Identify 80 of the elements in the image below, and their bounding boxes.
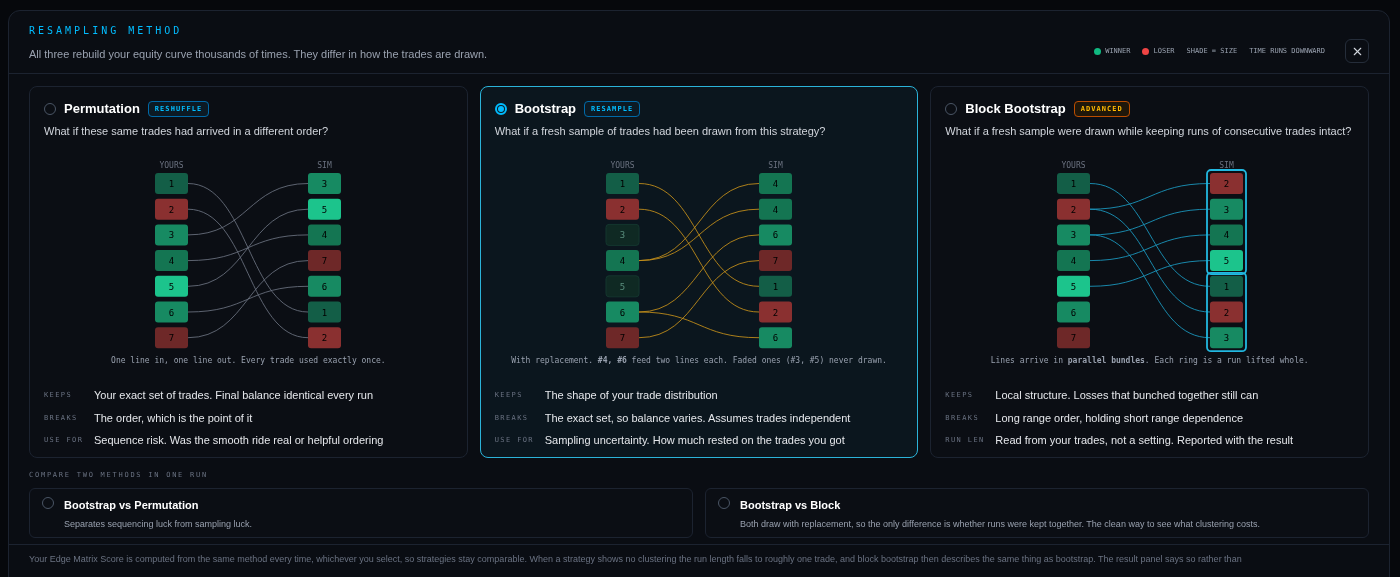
dialog-subtitle: All three rebuild your equity curve thousands of times. They differ in how the trades are drawn. xyxy=(29,47,488,62)
diagram-caption: With replacement. #4, #6 feed two lines each. Faded ones (#3, #5) never drawn. xyxy=(510,355,888,367)
trade-tile: 6 xyxy=(1056,301,1090,323)
trade-tile: 2 xyxy=(759,301,792,323)
trade-tile: 3 xyxy=(155,224,189,246)
trade-tile: 3 xyxy=(308,173,342,194)
trade-tile: 7 xyxy=(606,327,639,349)
trade-tile: 7 xyxy=(759,250,792,272)
trade-tile: 5 xyxy=(1056,275,1090,297)
trade-tile: 1 xyxy=(1056,173,1090,194)
trade-tile: 1 xyxy=(155,173,189,194)
trade-tile: 4 xyxy=(759,173,792,194)
trade-tile: 2 xyxy=(1056,198,1090,220)
fact-text: Read from your trades, not a setting. Reported with the result xyxy=(995,433,1294,448)
trade-tile: 4 xyxy=(155,250,189,272)
fact-text: The exact set, so balance varies. Assumes trades independent xyxy=(544,410,851,426)
trade-tile: 3 xyxy=(605,223,640,246)
trade-tile: 3 xyxy=(1209,198,1243,220)
footer-note: Your Edge Matrix Score is computed from the same method every time, whichever you select, so strategies stay comparable. When a strategy shows no clustering the run length falls to roughly one trade, and block bootstrap then describes the same thing as bootstrap. The result panel says so rather than xyxy=(29,553,1243,566)
method-title: Permutation xyxy=(64,100,140,118)
trade-tile: 1 xyxy=(759,275,792,297)
column-label: SIM xyxy=(317,161,333,170)
trade-tile: 6 xyxy=(308,275,342,297)
trade-tile: 2 xyxy=(1209,173,1243,194)
trade-tile: 5 xyxy=(1209,250,1243,272)
trade-tile: 6 xyxy=(155,301,189,323)
option-description: Separates sequencing luck from sampling luck. xyxy=(64,517,253,531)
column-label: YOURS xyxy=(610,161,635,170)
trade-tile: 5 xyxy=(605,275,640,298)
dialog-title: RESAMPLING METHOD xyxy=(29,24,184,38)
fact-text: The shape of your trade distribution xyxy=(544,388,718,403)
fact-text: Sampling uncertainty. How much rested on the trades you got xyxy=(544,433,845,448)
column-label: SIM xyxy=(768,161,783,170)
compare-option[interactable]: Bootstrap vs Permutation Separates sequencing luck from sampling luck. xyxy=(29,488,693,538)
diagram-caption: Lines arrive in parallel bundles. Each ring is a run lifted whole. xyxy=(989,355,1310,367)
compare-option[interactable]: Bootstrap vs Block Both draw with replacement, so the only difference is whether runs were kept together. The clean way to see what clustering costs. xyxy=(705,488,1369,538)
diagram-caption: One line in, one line out. Every trade used exactly once. xyxy=(110,355,387,367)
method-card[interactable] xyxy=(479,86,919,458)
column-label: YOURS xyxy=(1061,161,1086,170)
fact-text: Long range order, holding short range dependence xyxy=(995,410,1244,426)
method-card[interactable] xyxy=(29,86,468,458)
trade-tile: 2 xyxy=(155,198,189,220)
method-title: Block Bootstrap xyxy=(965,100,1066,118)
trade-tile: 4 xyxy=(1209,224,1243,246)
trade-tile: 4 xyxy=(308,224,342,246)
close-button[interactable] xyxy=(1345,39,1369,63)
fact-text: Sequence risk. Was the smooth ride real or helpful ordering xyxy=(94,433,384,448)
fact-text: Local structure. Losses that bunched together still can xyxy=(995,388,1259,403)
trade-tile: 4 xyxy=(606,250,639,272)
trade-tile: 6 xyxy=(606,301,639,323)
trade-tile: 4 xyxy=(1056,250,1090,272)
trade-tile: 7 xyxy=(1056,327,1090,349)
option-title: Bootstrap vs Block xyxy=(740,498,842,513)
trade-tile: 2 xyxy=(606,198,639,220)
trade-tile: 1 xyxy=(606,173,639,194)
trade-tile: 1 xyxy=(1209,275,1243,297)
trade-tile: 2 xyxy=(308,327,342,349)
trade-tile: 3 xyxy=(1209,327,1243,349)
method-question: What if these same trades had arrived in a different order? xyxy=(44,123,330,139)
trade-tile: 5 xyxy=(308,198,342,220)
option-description: Both draw with replacement, so the only difference is whether runs were kept together. The clean way to see what clustering costs. xyxy=(740,517,1260,531)
method-question: What if a fresh sample were drawn while keeping runs of consecutive trades intact? xyxy=(945,123,1353,139)
option-title: Bootstrap vs Permutation xyxy=(64,498,200,513)
trade-tile: 7 xyxy=(155,327,189,349)
trade-tile: 1 xyxy=(308,301,342,323)
trade-tile: 6 xyxy=(759,327,792,349)
radio-button[interactable] xyxy=(494,102,507,115)
method-question: What if a fresh sample of trades had been drawn from this strategy? xyxy=(494,123,827,139)
trade-tile: 4 xyxy=(759,198,792,220)
column-label: YOURS xyxy=(159,161,184,170)
fact-text: Your exact set of trades. Final balance identical every run xyxy=(94,388,374,403)
trade-tile: 6 xyxy=(759,224,792,246)
method-title: Bootstrap xyxy=(514,100,577,118)
trade-tile: 3 xyxy=(1056,224,1090,246)
trade-tile: 2 xyxy=(1209,301,1243,323)
fact-text: The order, which is the point of it xyxy=(94,410,253,426)
trade-tile: 5 xyxy=(155,275,189,297)
method-card[interactable] xyxy=(930,86,1369,458)
trade-tile: 7 xyxy=(308,250,342,272)
column-label: SIM xyxy=(1218,161,1234,170)
